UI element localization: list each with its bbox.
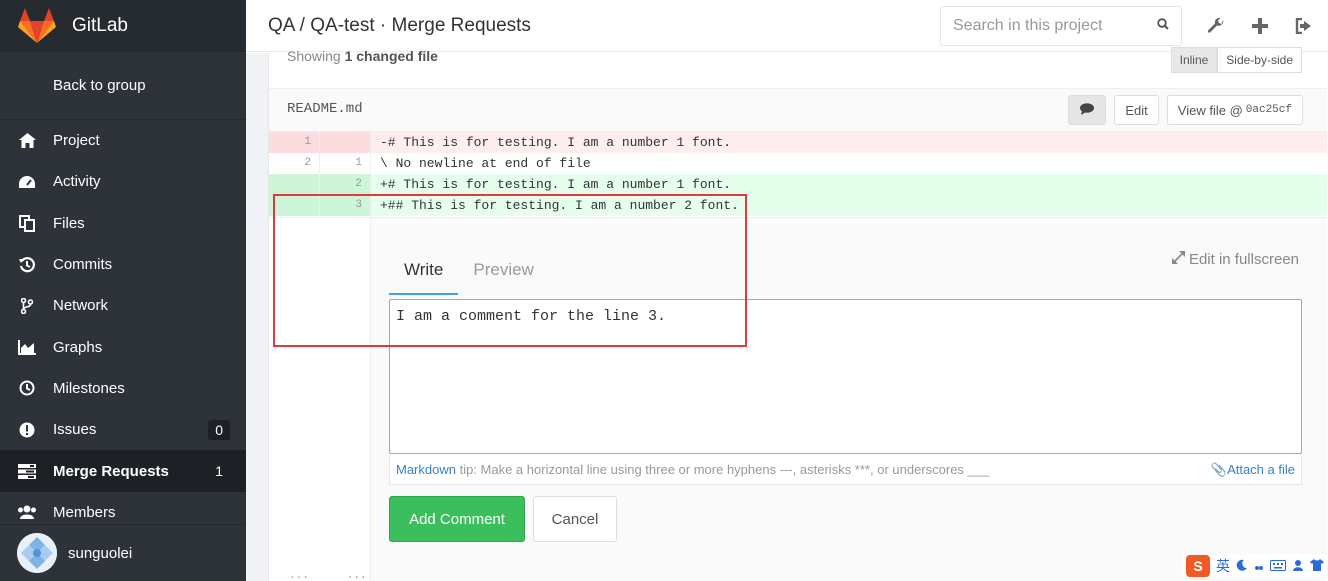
issues-count-badge: 0	[208, 419, 230, 440]
tip-text: tip: Make a horizontal line using three …	[455, 462, 990, 477]
gitlab-logo-icon[interactable]	[16, 5, 58, 47]
search-icon	[1157, 17, 1169, 35]
file-header: README.md Edit View file @0ac25cf	[269, 88, 1327, 132]
ime-language[interactable]: 英	[1216, 556, 1230, 576]
sidebar-item-graphs[interactable]: Graphs	[0, 326, 246, 367]
current-user[interactable]: sunguolei	[0, 524, 246, 581]
add-comment-button[interactable]: Add Comment	[389, 496, 525, 542]
annotation-highlight-box	[273, 194, 747, 347]
expand-icon	[1171, 250, 1186, 269]
sidebar-item-label: Project	[53, 132, 100, 150]
sidebar-item-label: Files	[53, 214, 85, 232]
old-line-number[interactable]	[269, 174, 320, 195]
exclamation-circle-icon	[17, 420, 37, 440]
comments-icon	[1080, 102, 1095, 118]
new-line-number[interactable]	[320, 132, 371, 153]
attach-file-link[interactable]: 📎Attach a file	[1211, 462, 1295, 478]
sidebar-item-label: Activity	[53, 173, 101, 191]
file-actions: Edit View file @0ac25cf	[1068, 95, 1303, 125]
sidebar-item-label: Merge Requests	[53, 462, 169, 480]
sidebar-item-label: Milestones	[53, 379, 125, 397]
users-icon	[17, 502, 37, 522]
toggle-comments-button[interactable]	[1068, 95, 1107, 125]
page-title: QA / QA-test · Merge Requests	[268, 14, 531, 36]
sign-out-icon[interactable]	[1294, 16, 1314, 36]
avatar[interactable]	[17, 533, 57, 573]
fullscreen-label: Edit in fullscreen	[1188, 251, 1299, 268]
app-title[interactable]: GitLab	[72, 15, 128, 37]
ime-toolbar: S 英	[1182, 555, 1328, 577]
dashboard-icon	[17, 172, 37, 192]
history-icon	[17, 255, 37, 275]
diff-line: 2 +# This is for testing. I am a number …	[269, 174, 1327, 195]
stats-changed-files: 1 changed file	[344, 48, 438, 64]
new-line-number[interactable]: 1	[320, 153, 371, 174]
stats-prefix: Showing	[287, 48, 341, 64]
diff-stats: Showing 1 changed file	[287, 48, 438, 64]
markdown-tip: Markdown tip: Make a horizontal line usi…	[389, 455, 1302, 485]
sidebar: GitLab Back to group Project Activity Fi…	[0, 0, 246, 581]
line-code: \ No newline at end of file	[380, 156, 591, 171]
plus-icon[interactable]	[1250, 16, 1270, 36]
sidebar-item-files[interactable]: Files	[0, 203, 246, 244]
sidebar-item-project[interactable]: Project	[0, 120, 246, 161]
clock-icon	[17, 378, 37, 398]
sidebar-item-label: Graphs	[53, 338, 103, 356]
area-chart-icon	[17, 337, 37, 357]
code-fork-icon	[17, 296, 37, 316]
diff-view-toggle: Inline Side-by-side	[1170, 47, 1302, 73]
sidebar-item-issues[interactable]: Issues 0	[0, 409, 246, 450]
attach-label: Attach a file	[1227, 462, 1295, 477]
sidebar-item-activity[interactable]: Activity	[0, 161, 246, 202]
sidebar-item-label: Issues	[53, 421, 97, 439]
header-actions	[1206, 16, 1314, 36]
diff-line: 1 -# This is for testing. I am a number …	[269, 132, 1327, 153]
sidebar-header[interactable]: GitLab	[0, 0, 246, 52]
old-line-number[interactable]: 1	[269, 132, 320, 153]
inline-view-button[interactable]: Inline	[1170, 47, 1218, 73]
wrench-icon[interactable]	[1206, 16, 1226, 36]
old-line-number[interactable]: 2	[269, 153, 320, 174]
sogou-logo-icon[interactable]: S	[1186, 555, 1210, 577]
expand-lines[interactable]: ......	[269, 570, 371, 581]
sidebar-item-merge-requests[interactable]: Merge Requests 1	[0, 450, 246, 492]
paperclip-icon: 📎	[1210, 462, 1228, 477]
punctuation-icon[interactable]	[1254, 558, 1264, 574]
edit-file-button[interactable]: Edit	[1114, 95, 1159, 125]
line-code: +# This is for testing. I am a number 1 …	[380, 177, 732, 192]
edit-fullscreen-link[interactable]: Edit in fullscreen	[1171, 250, 1299, 269]
cancel-button[interactable]: Cancel	[533, 496, 617, 542]
sidebar-item-network[interactable]: Network	[0, 285, 246, 326]
commit-hash: 0ac25cf	[1245, 104, 1292, 116]
sidebar-item-commits[interactable]: Commits	[0, 244, 246, 285]
file-name[interactable]: README.md	[287, 101, 363, 117]
view-file-label: View file @	[1177, 102, 1243, 118]
back-to-group-link[interactable]: Back to group	[0, 52, 246, 120]
shirt-icon[interactable]	[1310, 558, 1324, 574]
top-header: QA / QA-test · Merge Requests Search in …	[246, 0, 1328, 52]
files-icon	[17, 213, 37, 233]
home-icon	[17, 131, 37, 151]
moon-icon[interactable]	[1236, 558, 1248, 574]
diff-line: 2 1 \ No newline at end of file	[269, 153, 1327, 174]
search-input[interactable]: Search in this project	[940, 5, 1182, 46]
keyboard-icon[interactable]	[1270, 558, 1286, 574]
user-name[interactable]: sunguolei	[68, 545, 132, 562]
new-dots[interactable]: ...	[347, 570, 367, 581]
sidebar-item-milestones[interactable]: Milestones	[0, 368, 246, 409]
markdown-link[interactable]: Markdown	[396, 462, 456, 477]
user-icon[interactable]	[1292, 558, 1304, 574]
old-dots[interactable]: ...	[289, 570, 309, 581]
line-code: -# This is for testing. I am a number 1 …	[380, 135, 732, 150]
view-file-button[interactable]: View file @0ac25cf	[1166, 95, 1303, 125]
side-by-side-view-button[interactable]: Side-by-side	[1217, 47, 1302, 73]
sidebar-item-label: Network	[53, 297, 109, 315]
merge-requests-count-badge: 1	[215, 463, 223, 480]
new-line-number[interactable]: 2	[320, 174, 371, 195]
sidebar-item-label: Commits	[53, 256, 113, 274]
tasks-icon	[17, 461, 37, 481]
sidebar-nav: Project Activity Files Commits Network G…	[0, 120, 246, 533]
search-placeholder: Search in this project	[953, 16, 1103, 34]
sidebar-item-label: Members	[53, 503, 116, 521]
